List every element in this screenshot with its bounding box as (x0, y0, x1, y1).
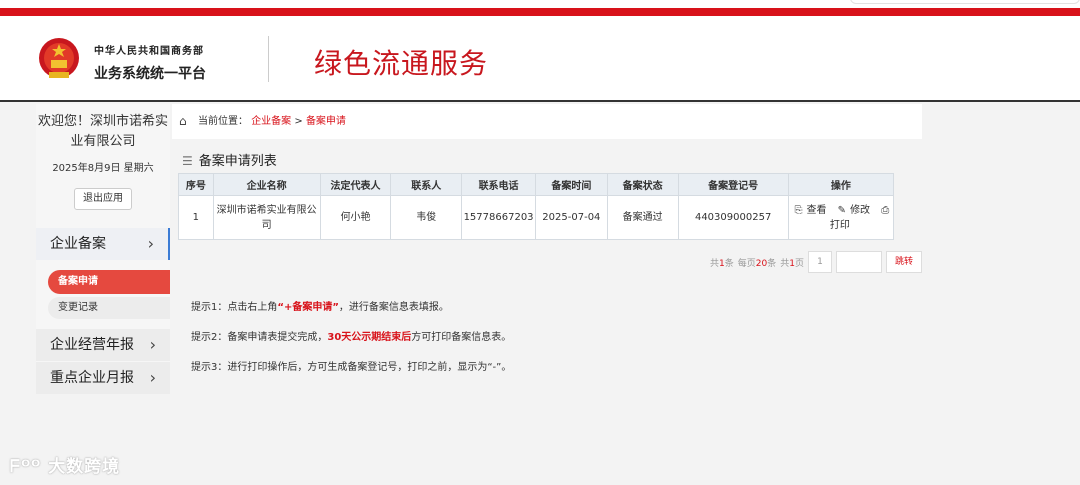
pager-text: 条 (767, 258, 777, 269)
cell-phone: 15778667203 (461, 195, 536, 240)
platform-name: 业务系统统一平台 (94, 66, 206, 82)
col-header: 序号 (178, 173, 214, 196)
pager-per-page: 每页20条 (738, 256, 776, 269)
pager-text: 共 (709, 258, 719, 269)
tip-1: 提示1：点击右上角“+备案申请”，进行备案信息表填报。 (191, 302, 511, 332)
breadcrumb-prefix: 当前位置： (198, 116, 248, 127)
col-header: 备案登记号 (677, 173, 789, 196)
chevron-right-icon: › (149, 335, 156, 354)
site-header: 中华人民共和国商务部 业务系统统一平台 绿色流通服务 (0, 18, 1080, 102)
tip-text: 方可打印备案信息表。 (411, 332, 512, 343)
cell-regno: 440309000257 (677, 195, 789, 240)
edit-label: 修改 (850, 204, 871, 216)
col-header: 备案时间 (534, 173, 608, 196)
breadcrumb-link-filing[interactable]: 企业备案 (251, 116, 291, 127)
tip-text: 提示1：点击右上角 (191, 302, 278, 313)
list-title-text: 备案申请列表 (198, 154, 277, 169)
pager-text: 共 (780, 258, 790, 269)
menu-label: 重点企业月报 (50, 370, 134, 386)
submenu-change-record[interactable]: 变更记录 (48, 297, 170, 319)
table-header-row: 序号 企业名称 法定代表人 联系人 联系电话 备案时间 备案状态 备案登记号 操… (178, 173, 895, 196)
breadcrumb: ⌂ 当前位置： 企业备案 > 备案申请 (172, 104, 922, 139)
cell-contact: 韦俊 (390, 195, 463, 240)
national-emblem-icon (39, 38, 79, 78)
menu-monthly-report[interactable]: 重点企业月报 › (36, 362, 170, 394)
jump-button[interactable]: 跳转 (886, 251, 922, 273)
watermark-text: 大数跨境 (48, 457, 121, 477)
org-name: 中华人民共和国商务部 (94, 46, 204, 57)
pager-text: 每页 (737, 258, 756, 269)
tip-highlight: 30天公示期结束后 (327, 332, 412, 343)
cell-operations: ⎘ 查看 ✎ 修改 ⎙ 打印 (787, 195, 895, 240)
welcome-text: 欢迎您！深圳市诺希实业有限公司 (37, 114, 168, 149)
current-date: 2025年8月9日 星期六 (52, 163, 154, 174)
top-bar (0, 0, 1080, 18)
menu-label: 企业经营年报 (50, 337, 134, 353)
print-icon: ⎙ (881, 204, 890, 216)
col-header: 法定代表人 (319, 173, 392, 196)
cell-status: 备案通过 (606, 195, 679, 240)
tip-highlight: “+备案申请” (277, 302, 339, 313)
page-jump-input[interactable] (836, 251, 882, 273)
list-icon: ☰ (182, 154, 193, 168)
breadcrumb-separator: > (291, 116, 306, 127)
chevron-right-icon: › (149, 368, 156, 387)
menu-annual-report[interactable]: 企业经营年报 › (36, 329, 170, 361)
cell-company: 深圳市诺希实业有限公司 (212, 195, 321, 240)
watermark: ᖴᴼᴼ 大数跨境 (10, 452, 120, 477)
pager-total: 共1条 (710, 256, 734, 269)
cell-legal: 何小艳 (319, 195, 392, 240)
print-label: 打印 (829, 219, 850, 231)
home-icon[interactable]: ⌂ (179, 104, 187, 139)
col-header: 备案状态 (606, 173, 679, 196)
breadcrumb-link-application[interactable]: 备案申请 (306, 116, 346, 127)
view-label: 查看 (806, 204, 827, 216)
watermark-logo-icon: ᖴᴼᴼ (10, 457, 49, 477)
view-action[interactable]: ⎘ 查看 (792, 205, 828, 216)
tips-section: 提示1：点击右上角“+备案申请”，进行备案信息表填报。 提示2：备案申请表提交完… (191, 302, 511, 392)
tip-text: ，进行备案信息表填报。 (338, 302, 449, 313)
tip-3: 提示3：进行打印操作后，方可生成备案登记号，打印之前，显示为“-”。 (191, 362, 512, 373)
col-header: 联系电话 (461, 173, 536, 196)
submenu-filing-application[interactable]: 备案申请 (48, 270, 170, 294)
edit-action[interactable]: ✎ 修改 (836, 205, 872, 216)
logout-button[interactable]: 退出应用 (74, 188, 132, 210)
menu-enterprise-filing[interactable]: 企业备案 › (36, 228, 170, 260)
pager-text: 页 (794, 258, 804, 269)
table-row: 1 深圳市诺希实业有限公司 何小艳 韦俊 15778667203 2025-07… (178, 195, 895, 240)
sidebar: 欢迎您！深圳市诺希实业有限公司 2025年8月9日 星期六 退出应用 企业备案 … (36, 104, 170, 394)
col-header: 联系人 (390, 173, 463, 196)
browser-pill (850, 0, 1080, 4)
page-button[interactable]: 1 (808, 251, 832, 273)
tip-text: 提示2：备案申请表提交完成， (191, 332, 328, 343)
col-header: 企业名称 (212, 173, 321, 196)
col-header: 操作 (787, 173, 895, 196)
cell-date: 2025-07-04 (534, 195, 608, 240)
service-title: 绿色流通服务 (314, 47, 489, 80)
view-icon: ⎘ (794, 204, 803, 216)
cell-no: 1 (178, 195, 214, 240)
header-divider (268, 36, 269, 82)
chevron-right-icon: › (147, 234, 154, 253)
pager-per-count: 20 (755, 258, 768, 269)
edit-icon: ✎ (837, 204, 847, 216)
top-red-stripe (0, 8, 1080, 16)
pagination: 共1条 每页20条 共1页 1 跳转 (710, 250, 922, 274)
pager-text: 条 (724, 258, 734, 269)
tip-2: 提示2：备案申请表提交完成，30天公示期结束后方可打印备案信息表。 (191, 332, 511, 362)
filing-table: 序号 企业名称 法定代表人 联系人 联系电话 备案时间 备案状态 备案登记号 操… (178, 173, 895, 240)
pager-pages: 共1页 (780, 256, 804, 269)
list-title: ☰ 备案申请列表 (182, 150, 277, 169)
menu-label: 企业备案 (50, 236, 106, 252)
